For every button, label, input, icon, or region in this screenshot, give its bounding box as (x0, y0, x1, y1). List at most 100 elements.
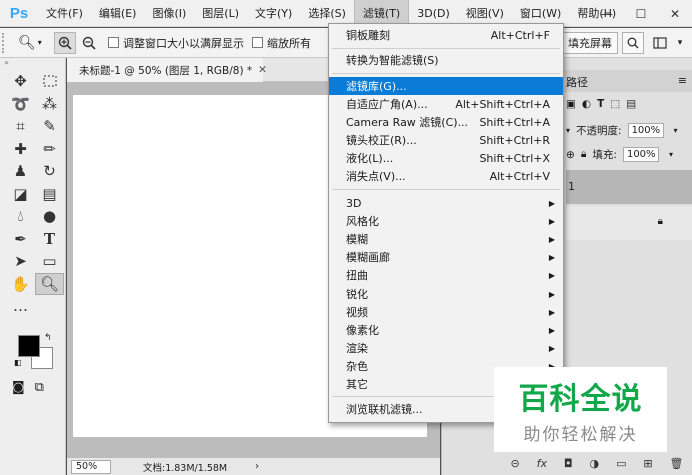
chevron-down-icon[interactable]: ▾ (665, 147, 677, 162)
link-layers-icon[interactable]: ⊝ (510, 457, 519, 470)
adjustment-filter-icon[interactable]: ◐ (582, 98, 591, 110)
resize-windows-checkbox[interactable]: 调整窗口大小以满屏显示 (108, 35, 244, 51)
document-tab[interactable]: 未标题-1 @ 50% (图层 1, RGB/8) * ✕ (67, 58, 267, 82)
menu-item-blur[interactable]: 模糊 ▶ (329, 230, 563, 248)
document-tab-title: 未标题-1 @ 50% (图层 1, RGB/8) * (79, 64, 253, 77)
brush-tool-icon[interactable]: ✏ (35, 138, 64, 161)
menu-item-label: 3D (346, 196, 362, 210)
menu-item-camera-raw[interactable]: Camera Raw 滤镜(C)... Shift+Ctrl+A (329, 113, 563, 131)
close-icon[interactable]: ✕ (658, 7, 692, 21)
close-icon[interactable]: ✕ (258, 64, 267, 76)
fill-input[interactable]: 100% (622, 147, 659, 162)
foreground-color-swatch[interactable] (18, 335, 40, 357)
lock-all-icon[interactable]: 🔒︎ (581, 148, 587, 161)
menu-item-render[interactable]: 渲染 ▶ (329, 339, 563, 357)
fill-screen-button[interactable]: 填充屏幕 (562, 32, 618, 54)
menu-item-3d[interactable]: 3D ▶ (329, 194, 563, 212)
menu-item-label: 风格化 (346, 215, 379, 228)
clone-stamp-tool-icon[interactable]: ♟ (6, 160, 35, 183)
blend-mode-chevron-icon[interactable]: ▾ (566, 126, 570, 135)
smart-object-filter-icon[interactable]: ▤ (626, 98, 636, 110)
zoom-all-windows-checkbox[interactable]: 缩放所有 (252, 35, 311, 51)
adjustment-layer-icon[interactable]: ◑ (590, 457, 600, 470)
chevron-down-icon[interactable]: ▾ (670, 123, 682, 138)
menu-item-filter-gallery[interactable]: 滤镜库(G)... (329, 77, 563, 95)
crop-tool-icon[interactable]: ⌗ (6, 115, 35, 138)
fx-icon[interactable]: fx (537, 457, 547, 470)
submenu-arrow-icon: ▶ (548, 289, 555, 299)
menu-item-distort[interactable]: 扭曲 ▶ (329, 266, 563, 284)
swap-colors-icon[interactable]: ↰ (44, 333, 52, 343)
workspace-button[interactable] (650, 32, 670, 54)
hand-tool-icon[interactable]: ✋ (6, 273, 35, 296)
opacity-input[interactable]: 100% (627, 123, 664, 138)
menu-item-sharpen[interactable]: 锐化 ▶ (329, 285, 563, 303)
tools-panel: » ✥ ➰ ⁂ ⌗ ✎ ✚ ✏ ♟ ↻ ◪ ▤ 💧︎ ● ✒ T ➤ ▭ ✋ 🔍… (0, 58, 66, 475)
more-tools-icon[interactable]: … (6, 295, 35, 318)
zoom-out-button[interactable] (78, 32, 100, 54)
new-group-icon[interactable]: ▭ (616, 457, 626, 470)
menu-item-last-filter[interactable]: 铜板雕刻 Alt+Ctrl+F (329, 26, 563, 44)
healing-brush-tool-icon[interactable]: ✚ (6, 138, 35, 161)
menu-item-adaptive-wide-angle[interactable]: 自适应广角(A)... Alt+Shift+Ctrl+A (329, 95, 563, 113)
menu-item-pixelate[interactable]: 像素化 ▶ (329, 321, 563, 339)
maximize-icon[interactable]: ☐ (624, 7, 658, 21)
image-filter-icon[interactable]: ▣ (566, 98, 576, 110)
quick-mask-icon[interactable]: ◙ (12, 380, 25, 395)
layer-row-selected[interactable]: 1 (566, 170, 692, 204)
layer-name: 1 (568, 180, 575, 193)
add-mask-icon[interactable]: ◘ (564, 457, 573, 470)
layer-row-background[interactable]: 🔒︎ (566, 206, 692, 240)
search-button[interactable] (622, 32, 644, 54)
menu-item-lens-correction[interactable]: 镜头校正(R)... Shift+Ctrl+R (329, 131, 563, 149)
magic-wand-tool-icon[interactable]: ⁂ (35, 93, 64, 116)
toolbar-collapse-icon[interactable]: » (0, 58, 65, 70)
zoom-tool-icon[interactable]: 🔍︎ (35, 272, 64, 295)
submenu-arrow-icon: ▶ (548, 216, 555, 226)
menu-item-label: 杂色 (346, 360, 368, 373)
rectangle-tool-icon[interactable]: ▭ (35, 250, 64, 273)
status-menu-arrow-icon[interactable]: › (255, 461, 259, 472)
menu-file[interactable]: 文件(F) (38, 0, 91, 27)
menu-separator (332, 189, 560, 190)
dodge-tool-icon[interactable]: ● (35, 205, 64, 228)
menu-edit[interactable]: 编辑(E) (91, 0, 145, 27)
gradient-tool-icon[interactable]: ▤ (35, 183, 64, 206)
menu-item-vanishing-point[interactable]: 消失点(V)... Alt+Ctrl+V (329, 167, 563, 185)
lock-pixels-icon[interactable]: ⊕ (566, 149, 575, 161)
screen-mode-icon[interactable]: ⧉ (35, 380, 44, 395)
paths-tab[interactable]: 路径 (566, 74, 588, 90)
delete-layer-icon[interactable]: 🗑︎ (670, 457, 684, 470)
new-layer-icon[interactable]: ⊞ (643, 457, 652, 470)
type-tool-icon[interactable]: T (35, 228, 64, 251)
menu-item-shortcut: Alt+Ctrl+V (489, 169, 550, 183)
zoom-in-button[interactable] (54, 31, 76, 54)
menu-item-stylize[interactable]: 风格化 ▶ (329, 212, 563, 230)
move-tool-icon[interactable]: ✥ (6, 70, 35, 93)
chevron-down-icon[interactable]: ▾ (672, 32, 688, 54)
default-colors-icon[interactable]: ◧ (14, 358, 22, 367)
history-brush-tool-icon[interactable]: ↻ (35, 160, 64, 183)
tool-preset-picker[interactable]: 🔍︎ ▾ (18, 32, 52, 54)
pen-tool-icon[interactable]: ✒ (6, 228, 35, 251)
menu-item-label: 模糊 (346, 233, 368, 246)
shape-filter-icon[interactable]: ⬚ (610, 98, 620, 110)
type-filter-icon[interactable]: T (597, 98, 604, 110)
menu-item-liquify[interactable]: 液化(L)... Shift+Ctrl+X (329, 149, 563, 167)
zoom-level-field[interactable]: 50% (71, 459, 111, 474)
menu-item-video[interactable]: 视频 ▶ (329, 303, 563, 321)
panel-menu-icon[interactable]: ≡ (678, 74, 687, 87)
eyedropper-tool-icon[interactable]: ✎ (35, 115, 64, 138)
menu-type[interactable]: 文字(Y) (247, 0, 300, 27)
options-grip[interactable] (2, 32, 8, 53)
minimize-icon[interactable]: — (590, 7, 624, 21)
menu-item-convert-smart-filter[interactable]: 转换为智能滤镜(S) (329, 51, 563, 69)
marquee-tool-icon[interactable] (35, 70, 64, 93)
menu-image[interactable]: 图像(I) (144, 0, 194, 27)
blur-tool-icon[interactable]: 💧︎ (6, 205, 35, 228)
lasso-tool-icon[interactable]: ➰ (6, 93, 35, 116)
menu-item-blur-gallery[interactable]: 模糊画廊 ▶ (329, 248, 563, 266)
eraser-tool-icon[interactable]: ◪ (6, 183, 35, 206)
menu-layer[interactable]: 图层(L) (194, 0, 247, 27)
path-selection-tool-icon[interactable]: ➤ (6, 250, 35, 273)
